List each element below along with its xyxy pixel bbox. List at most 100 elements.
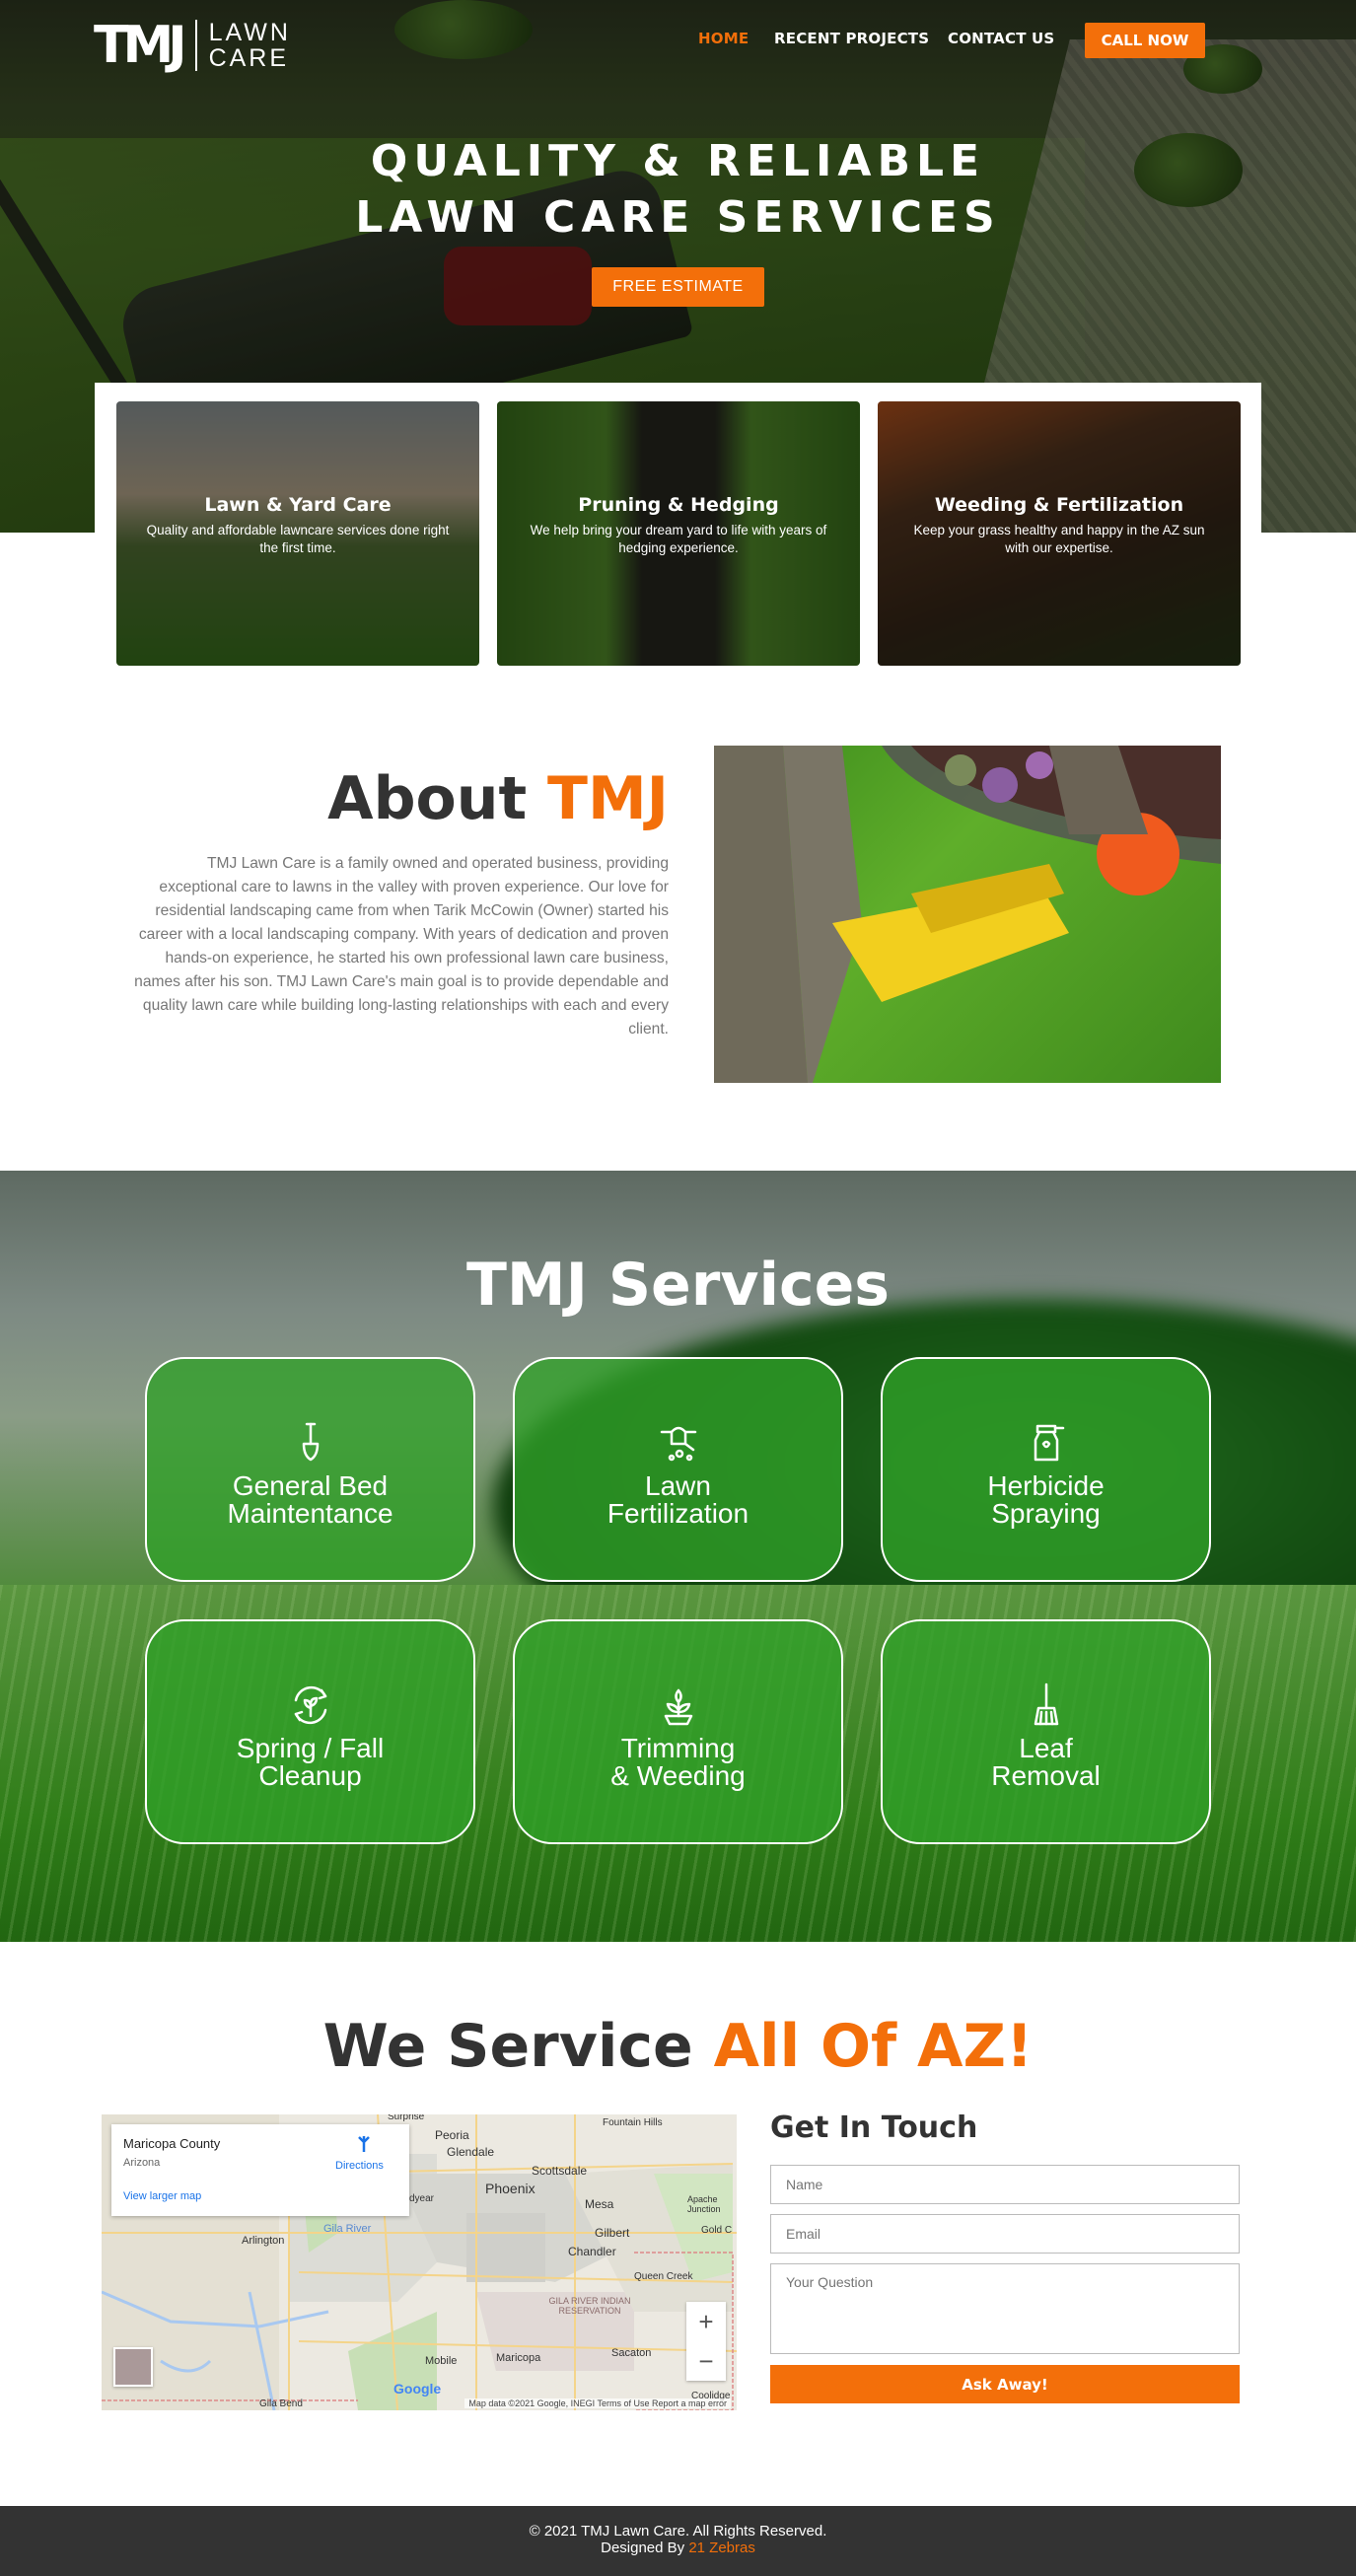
google-logo: Google	[393, 2381, 442, 2397]
service-leaf-removal[interactable]: Leaf Removal	[881, 1619, 1211, 1844]
map-place: Maricopa	[496, 2352, 541, 2364]
question-field[interactable]	[770, 2263, 1240, 2354]
rake-icon	[1034, 1682, 1058, 1726]
map-place: Peoria	[435, 2128, 469, 2142]
hero-title-line1: QUALITY & RELIABLE	[370, 136, 986, 186]
zoom-in-button[interactable]: +	[686, 2302, 726, 2341]
feature-card-weeding[interactable]: Weeding & Fertilization Keep your grass …	[878, 401, 1241, 666]
service-label-line1: Herbicide	[987, 1470, 1105, 1501]
service-label-line1: Trimming	[620, 1733, 736, 1763]
footer-copyright: © 2021 TMJ Lawn Care. All Rights Reserve…	[529, 2523, 827, 2540]
google-map[interactable]: Surprise Fountain Hills Peoria Glendale …	[102, 2114, 737, 2410]
logo-line2: CARE	[208, 44, 290, 72]
service-herbicide-spraying[interactable]: Herbicide Spraying	[881, 1357, 1211, 1582]
service-label-line1: Lawn	[645, 1470, 711, 1501]
about-heading-accent: TMJ	[547, 764, 669, 833]
trimmer-illustration	[714, 746, 1221, 1083]
service-label-line2: Cleanup	[258, 1760, 362, 1791]
map-place: Chandler	[568, 2245, 616, 2258]
map-place: Fountain Hills	[603, 2117, 663, 2128]
feature-card-pruning[interactable]: Pruning & Hedging We help bring your dre…	[497, 401, 860, 666]
card-text: Keep your grass healthy and happy in the…	[913, 523, 1205, 555]
map-place: Gila River	[323, 2223, 372, 2235]
designer-link[interactable]: 21 Zebras	[688, 2540, 755, 2556]
service-label: Leaf Removal	[883, 1735, 1209, 1790]
service-label: Spring / Fall Cleanup	[147, 1735, 473, 1790]
card-title: Lawn & Yard Care	[204, 494, 392, 516]
about-paragraph: TMJ Lawn Care is a family owned and oper…	[134, 855, 669, 1038]
map-place: Gilbert	[595, 2226, 630, 2240]
map-place: Sacaton	[611, 2347, 652, 2359]
site-footer: © 2021 TMJ Lawn Care. All Rights Reserve…	[0, 2506, 1356, 2576]
service-label-line1: General Bed	[232, 1470, 389, 1501]
map-zoom-controls: + −	[686, 2302, 726, 2381]
free-estimate-button[interactable]: FREE ESTIMATE	[592, 267, 764, 307]
service-label: Lawn Fertilization	[515, 1472, 841, 1528]
service-lawn-fertilization[interactable]: Lawn Fertilization	[513, 1357, 843, 1582]
map-place: Mesa	[585, 2197, 614, 2211]
nav-recent-projects[interactable]: RECENT PROJECTS	[774, 30, 929, 47]
sprout-icon	[664, 1688, 692, 1726]
service-area-heading: We Service All Of AZ!	[0, 2012, 1356, 2081]
footer-designed-by: Designed By	[601, 2540, 689, 2556]
map-attribution[interactable]: Map data ©2021 Google, INEGI Terms of Us…	[464, 2398, 731, 2408]
map-place: Gila Bend	[259, 2398, 303, 2409]
map-place: Scottsdale	[532, 2164, 588, 2178]
map-place: Arlington	[242, 2235, 285, 2247]
map-place: Glendale	[447, 2145, 495, 2159]
about-heading: About TMJ	[148, 764, 669, 833]
shovel-icon	[302, 1422, 319, 1462]
service-area-heading-main: We Service	[322, 2012, 714, 2081]
service-label-line2: Spraying	[991, 1498, 1101, 1529]
map-county: Maricopa County	[123, 2136, 221, 2151]
service-label-line2: Removal	[991, 1760, 1101, 1791]
service-label-line1: Spring / Fall	[236, 1733, 385, 1763]
street-view-thumbnail[interactable]	[113, 2347, 153, 2387]
card-title: Pruning & Hedging	[578, 494, 779, 516]
card-title: Weeding & Fertilization	[934, 494, 1184, 516]
directions-link[interactable]: Directions	[335, 2160, 384, 2172]
map-place: Mobile	[425, 2355, 458, 2367]
footer-credit: Designed By 21 Zebras	[0, 2540, 1356, 2556]
recycle-plant-icon	[294, 1685, 326, 1725]
service-label-line2: Fertilization	[607, 1498, 749, 1529]
service-trimming-weeding[interactable]: Trimming & Weeding	[513, 1619, 843, 1844]
service-label: General Bed Maintentance	[147, 1472, 473, 1528]
name-field[interactable]	[770, 2165, 1240, 2204]
email-field[interactable]	[770, 2214, 1240, 2254]
feature-card-lawn[interactable]: Lawn & Yard Care Quality and affordable …	[116, 401, 479, 666]
zoom-out-button[interactable]: −	[686, 2341, 726, 2381]
map-info-popup: Maricopa County Arizona View larger map …	[111, 2124, 409, 2216]
directions-icon[interactable]	[356, 2134, 372, 2154]
map-place: Queen Creek	[634, 2271, 693, 2282]
map-place: GILA RIVER INDIAN RESERVATION	[548, 2296, 631, 2316]
site-logo[interactable]: TMJ LAWN CARE	[94, 20, 291, 71]
service-label-line1: Leaf	[1019, 1733, 1073, 1763]
services-heading: TMJ Services	[466, 1251, 890, 1320]
contact-heading: Get In Touch	[770, 2111, 978, 2145]
card-text: We help bring your dream yard to life wi…	[530, 523, 827, 555]
nav-home[interactable]: HOME	[698, 30, 749, 47]
service-area-heading-accent: All Of AZ!	[713, 2012, 1034, 2081]
ask-away-button[interactable]: Ask Away!	[770, 2365, 1240, 2403]
map-place: Surprise	[388, 2114, 425, 2122]
map-place: Gold C	[701, 2225, 733, 2236]
logo-mark: TMJ	[94, 20, 197, 71]
logo-text: LAWN CARE	[197, 20, 291, 71]
spray-bottle-icon	[1034, 1424, 1064, 1462]
map-place: Apache Junction	[687, 2194, 721, 2214]
service-label-line2: & Weeding	[610, 1760, 746, 1791]
watering-can-icon	[660, 1426, 696, 1462]
service-label-line2: Maintentance	[227, 1498, 393, 1529]
service-label: Trimming & Weeding	[515, 1735, 841, 1790]
nav-contact-us[interactable]: CONTACT US	[948, 30, 1054, 47]
service-label: Herbicide Spraying	[883, 1472, 1209, 1528]
view-larger-map-link[interactable]: View larger map	[123, 2190, 201, 2202]
service-spring-fall-cleanup[interactable]: Spring / Fall Cleanup	[145, 1619, 475, 1844]
call-now-button[interactable]: CALL NOW	[1085, 23, 1205, 58]
service-general-bed-maintenance[interactable]: General Bed Maintentance	[145, 1357, 475, 1582]
hero-title-line2: LAWN CARE SERVICES	[355, 192, 1001, 243]
map-state: Arizona	[123, 2157, 161, 2169]
map-place: Phoenix	[485, 2181, 535, 2196]
about-image-trimmer	[714, 746, 1221, 1083]
